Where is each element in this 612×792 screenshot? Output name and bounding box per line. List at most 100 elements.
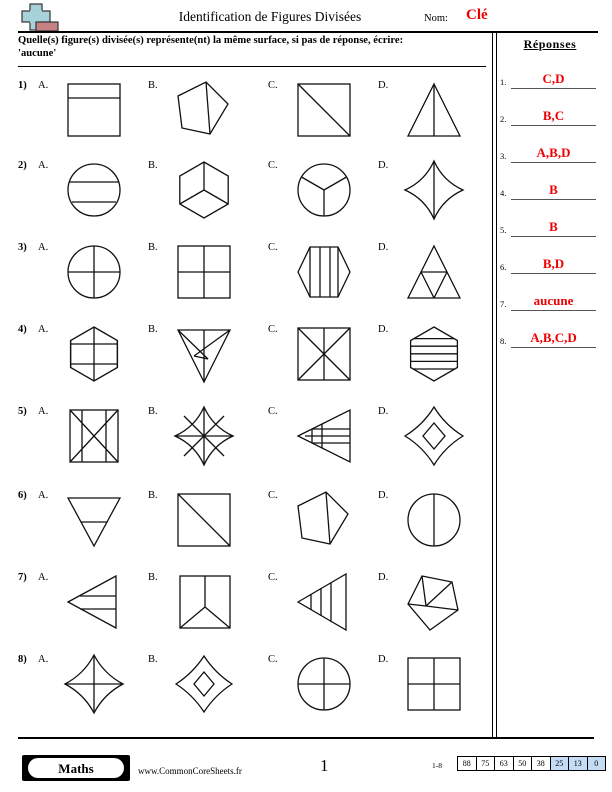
choice-letter: A. (38, 80, 49, 91)
score-box: 38 (532, 757, 551, 770)
problem-row: 5) A. B. C. D. (18, 400, 488, 480)
score-box: 63 (495, 757, 514, 770)
choice-letter: A. (38, 324, 49, 335)
answer-row: 3. A,B,D (500, 126, 600, 163)
figure-left-triangle-two-horizontals-icon (60, 566, 146, 642)
answer-row: 5. B (500, 200, 600, 237)
choice-option[interactable]: C. (268, 648, 378, 726)
choice-option[interactable]: B. (148, 566, 258, 644)
figure-circle-vertical-halves-icon (400, 484, 486, 560)
site-url: www.CommonCoreSheets.fr (138, 766, 242, 776)
choice-option[interactable]: A. (38, 74, 148, 152)
answer-underline (511, 346, 596, 348)
score-boxes: 88 75 63 50 38 25 13 0 (457, 756, 606, 771)
figure-inverted-triangle-horizontal-line-icon (60, 484, 146, 560)
choice-option[interactable]: C. (268, 318, 378, 396)
problem-number: 6) (18, 490, 27, 501)
figure-triangle-vertical-line-icon (400, 74, 486, 150)
choice-option[interactable]: B. (148, 154, 258, 232)
choice-letter: C. (268, 324, 278, 335)
problem-number: 1) (18, 80, 27, 91)
choice-option[interactable]: D. (378, 154, 488, 232)
choice-option[interactable]: B. (148, 236, 258, 314)
problem-row: 4) A. B. C. D. (18, 318, 488, 398)
choice-letter: B. (148, 242, 158, 253)
choice-option[interactable]: B. (148, 74, 258, 152)
choice-option[interactable]: B. (148, 648, 258, 726)
figure-square-y-division-icon (170, 566, 256, 642)
answer-value: C,D (542, 71, 565, 86)
figure-star4-cross-quarters-icon (60, 648, 146, 724)
score-box: 13 (569, 757, 588, 770)
choice-option[interactable]: C. (268, 236, 378, 314)
choice-option[interactable]: A. (38, 400, 148, 478)
choice-letter: B. (148, 160, 158, 171)
answer-number: 5. (500, 225, 507, 235)
choice-option[interactable]: D. (378, 484, 488, 562)
choice-option[interactable]: B. (148, 318, 258, 396)
page-header: Identification de Figures Divisées Nom: … (0, 0, 612, 34)
figure-pentagon-vertical-chord-icon (170, 74, 256, 150)
problem-row: 7) A. B. C. D. (18, 566, 488, 646)
choice-letter: D. (378, 80, 389, 91)
choice-option[interactable]: A. (38, 566, 148, 644)
figure-circle-three-sectors-icon (290, 154, 376, 230)
answer-number: 2. (500, 114, 507, 124)
choice-option[interactable]: A. (38, 236, 148, 314)
choice-option[interactable]: B. (148, 400, 258, 478)
choice-letter: D. (378, 654, 389, 665)
score-range-label: 1-8 (432, 761, 442, 770)
answer-value: aucune (533, 293, 574, 308)
answer-header-divider (500, 31, 598, 33)
name-value: Clé (466, 7, 488, 23)
choice-option[interactable]: A. (38, 484, 148, 562)
choice-letter: C. (268, 242, 278, 253)
problem-number: 5) (18, 406, 27, 417)
figure-circle-quarters-icon (60, 236, 146, 312)
problem-row: 8) A. B. C. D. (18, 648, 488, 728)
choice-letter: C. (268, 490, 278, 501)
figure-hexagon-three-rhombi-icon (170, 154, 256, 230)
figure-square-one-horizontal-line-icon (60, 74, 146, 150)
answer-column-divider-right (496, 31, 497, 737)
figure-square-x-two-verticals-icon (60, 400, 146, 476)
choice-letter: B. (148, 406, 158, 417)
choice-option[interactable]: D. (378, 74, 488, 152)
choice-option[interactable]: C. (268, 484, 378, 562)
choice-option[interactable]: A. (38, 648, 148, 726)
instructions-line-2: 'aucune' (18, 48, 57, 59)
answer-number: 3. (500, 151, 507, 161)
answer-value: B (549, 182, 558, 197)
choice-option[interactable]: C. (268, 566, 378, 644)
choice-option[interactable]: D. (378, 648, 488, 726)
answer-value: B,D (542, 256, 565, 271)
problem-number: 4) (18, 324, 27, 335)
problem-row: 1) A. B. C. D. (18, 74, 488, 154)
choice-letter: B. (148, 490, 158, 501)
answer-column-divider-left (492, 31, 493, 737)
choice-option[interactable]: D. (378, 566, 488, 644)
maths-badge-label: Maths (58, 761, 94, 776)
choice-letter: D. (378, 406, 389, 417)
figure-pentagon-three-parts-icon (400, 566, 486, 642)
figure-triangle-four-triangles-icon (400, 236, 486, 312)
choice-option[interactable]: C. (268, 400, 378, 478)
choice-option[interactable]: C. (268, 74, 378, 152)
figure-pentagon-vertical-chord-icon (290, 484, 376, 560)
choice-option[interactable]: D. (378, 318, 488, 396)
choice-option[interactable]: B. (148, 484, 258, 562)
choice-option[interactable]: D. (378, 400, 488, 478)
choice-option[interactable]: A. (38, 154, 148, 232)
choice-option[interactable]: A. (38, 318, 148, 396)
choice-letter: D. (378, 242, 389, 253)
answer-number: 4. (500, 188, 507, 198)
problem-row: 2) A. B. C. D. (18, 154, 488, 234)
answer-value: A,B,D (536, 145, 571, 160)
choice-option[interactable]: C. (268, 154, 378, 232)
problem-number: 2) (18, 160, 27, 171)
figure-circle-cross-quarters-icon (290, 648, 376, 724)
choice-letter: C. (268, 80, 278, 91)
score-box: 50 (514, 757, 532, 770)
choice-option[interactable]: D. (378, 236, 488, 314)
answer-value: B,C (542, 108, 565, 123)
